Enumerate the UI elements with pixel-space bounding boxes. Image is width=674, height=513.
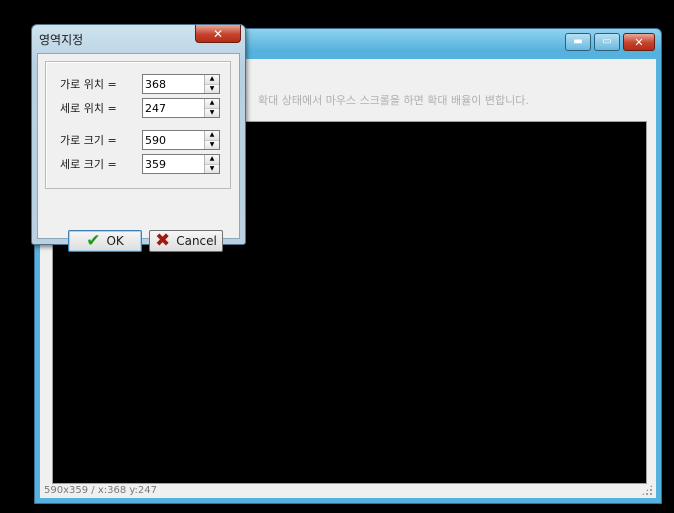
ok-button[interactable]: ✔ OK [68, 230, 142, 252]
spin-down-icon[interactable]: ▼ [205, 83, 219, 93]
dialog-client-area: 가로 위치 = ▲ ▼ 세로 위치 = ▲ ▼ [37, 53, 240, 252]
ok-button-label: OK [106, 234, 124, 248]
region-groupbox: 가로 위치 = ▲ ▼ 세로 위치 = ▲ ▼ [45, 61, 231, 189]
x-position-input[interactable] [143, 75, 204, 93]
spin-down-icon[interactable]: ▼ [205, 139, 219, 149]
spinner-x: ▲ ▼ [142, 74, 220, 94]
maximize-icon: ▭ [602, 36, 612, 47]
field-row-width: 가로 크기 = ▲ ▼ [60, 130, 220, 150]
cross-icon: ✖ [155, 230, 171, 251]
spinner-y: ▲ ▼ [142, 98, 220, 118]
field-label-y: 세로 위치 = [60, 102, 117, 115]
field-row-height: 세로 크기 = ▲ ▼ [60, 154, 220, 174]
spin-up-icon[interactable]: ▲ [205, 155, 219, 164]
close-icon: ✕ [634, 35, 644, 49]
spin-up-icon[interactable]: ▲ [205, 99, 219, 108]
y-position-input[interactable] [143, 99, 204, 117]
minimize-button[interactable]: ▬ [565, 33, 591, 51]
field-row-y: 세로 위치 = ▲ ▼ [60, 98, 220, 118]
region-dialog: 영역지정 ✕ 가로 위치 = ▲ ▼ 세로 위치 = [31, 24, 246, 252]
zoom-hint-text: 확대 상태에서 마우스 스크롤을 하면 확대 배율이 변합니다. [258, 94, 529, 107]
width-input[interactable] [143, 131, 204, 149]
field-label-x: 가로 위치 = [60, 78, 117, 91]
spin-down-icon[interactable]: ▼ [205, 163, 219, 173]
dialog-close-button[interactable]: ✕ [195, 25, 241, 43]
dialog-title: 영역지정 [39, 33, 84, 47]
checkmark-icon: ✔ [86, 230, 101, 251]
status-bar-text: 590x359 / x:368 y:247 [44, 485, 158, 496]
field-label-height: 세로 크기 = [60, 158, 117, 171]
resize-grip-icon[interactable] [641, 484, 653, 496]
spin-down-icon[interactable]: ▼ [205, 107, 219, 117]
close-button[interactable]: ✕ [623, 33, 655, 51]
maximize-button[interactable]: ▭ [594, 33, 620, 51]
cancel-button-label: Cancel [176, 234, 217, 248]
spin-up-icon[interactable]: ▲ [205, 131, 219, 140]
minimize-icon: ▬ [573, 36, 583, 47]
close-icon: ✕ [212, 26, 224, 41]
spin-up-icon[interactable]: ▲ [205, 75, 219, 84]
window-controls: ▬ ▭ ✕ [565, 33, 655, 51]
height-input[interactable] [143, 155, 204, 173]
field-label-width: 가로 크기 = [60, 134, 117, 147]
field-row-x: 가로 위치 = ▲ ▼ [60, 74, 220, 94]
spinner-width: ▲ ▼ [142, 130, 220, 150]
spinner-height: ▲ ▼ [142, 154, 220, 174]
cancel-button[interactable]: ✖ Cancel [149, 230, 223, 252]
